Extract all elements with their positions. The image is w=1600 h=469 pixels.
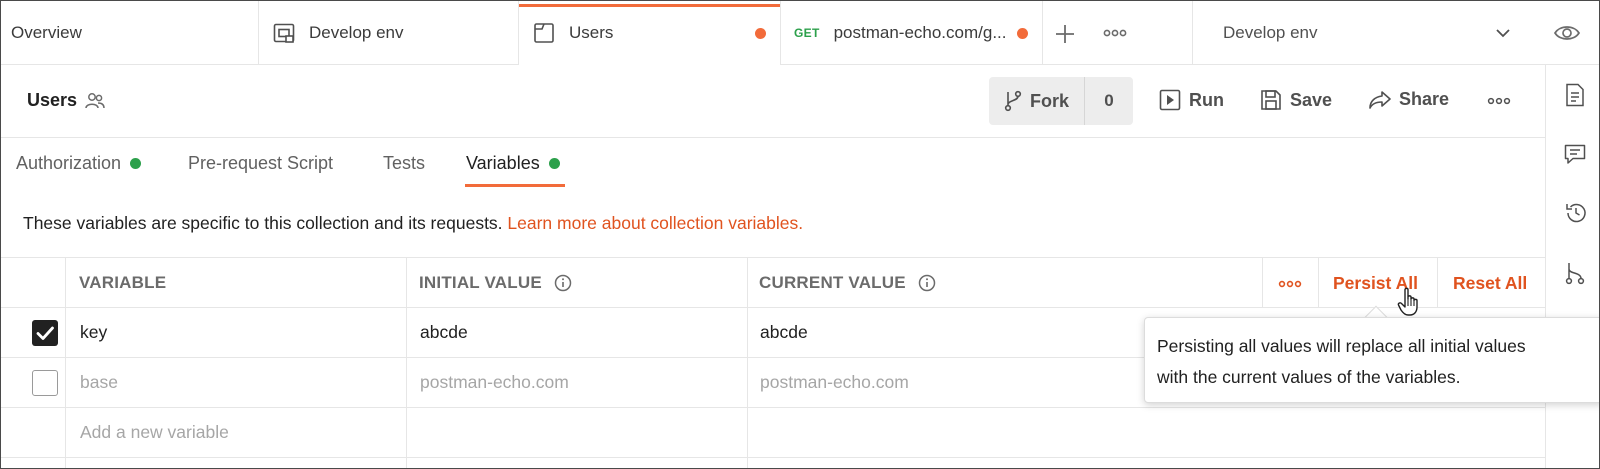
tab-get-request[interactable]: GET postman-echo.com/g... [781, 1, 1043, 65]
subtab-label: Authorization [16, 153, 122, 173]
tooltip-line: Persisting all values will replace all i… [1157, 336, 1526, 356]
learn-more-link[interactable]: Learn more about collection variables. [507, 213, 803, 233]
subtab-label: Tests [383, 153, 426, 173]
comment-icon [1564, 144, 1586, 164]
row-checkbox[interactable] [32, 320, 58, 346]
header-current-value: CURRENT VALUE [759, 273, 936, 293]
unsaved-dot [1017, 28, 1028, 39]
tab-bar: Overview Develop env Users GET postman-e… [1, 1, 1599, 65]
more-horizontal-icon [1278, 280, 1302, 288]
current-value[interactable]: abcde [760, 322, 808, 343]
method-badge: GET [794, 26, 820, 40]
checkmark-icon [36, 326, 54, 340]
save-label: Save [1290, 89, 1333, 110]
page-title: Users [27, 90, 105, 111]
save-button[interactable]: Save [1260, 89, 1332, 111]
run-label: Run [1189, 89, 1224, 110]
fork-button[interactable]: Fork [989, 77, 1085, 125]
initial-value[interactable]: abcde [420, 322, 468, 343]
right-sidebar [1545, 65, 1599, 468]
more-horizontal-icon [1103, 29, 1127, 37]
share-button[interactable]: Share [1369, 89, 1449, 110]
documentation-button[interactable] [1564, 83, 1586, 107]
run-button[interactable]: Run [1159, 89, 1224, 111]
table-header: VARIABLE INITIAL VALUE CURRENT VALUE Per… [1, 258, 1545, 308]
variables-description: These variables are specific to this col… [23, 213, 803, 234]
add-variable-row: Add a new variable [1, 408, 1545, 458]
team-icon [85, 92, 105, 108]
status-indicator [548, 158, 560, 169]
tab-develop-env[interactable]: Develop env [259, 1, 519, 65]
variable-name[interactable]: key [80, 322, 107, 343]
fork-button-group: Fork 0 [989, 77, 1133, 125]
pull-request-icon [1565, 263, 1585, 285]
more-actions-button[interactable] [1487, 93, 1511, 109]
info-icon[interactable] [918, 274, 936, 292]
add-variable-input[interactable]: Add a new variable [80, 422, 229, 443]
tooltip-line: with the current values of the variables… [1157, 367, 1461, 387]
run-icon [1159, 89, 1181, 111]
pull-requests-button[interactable] [1564, 261, 1586, 285]
divider [1437, 258, 1438, 308]
tab-overview[interactable]: Overview [1, 1, 259, 65]
changelog-button[interactable] [1564, 201, 1586, 223]
tab-users[interactable]: Users [519, 1, 781, 65]
row-checkbox[interactable] [32, 370, 58, 396]
collection-name: Users [27, 90, 78, 110]
fork-count[interactable]: 0 [1085, 77, 1133, 125]
tab-pre-request-script[interactable]: Pre-request Script [188, 153, 333, 174]
active-tab-indicator [465, 184, 565, 187]
fork-label: Fork [1029, 90, 1069, 111]
header-variable: VARIABLE [79, 273, 167, 292]
status-indicator [130, 158, 142, 169]
header-initial-value: INITIAL VALUE [419, 273, 572, 293]
tab-variables[interactable]: Variables [466, 153, 560, 174]
share-icon [1369, 90, 1391, 109]
collection-icon [533, 22, 555, 44]
more-horizontal-icon [1487, 97, 1511, 105]
comments-button[interactable] [1564, 143, 1586, 165]
fork-icon [1004, 90, 1022, 112]
environment-label: Develop env [1223, 23, 1318, 42]
environment-quick-look-button[interactable] [1553, 23, 1581, 43]
subtab-label: Variables [466, 153, 540, 173]
history-icon [1566, 203, 1586, 223]
header-label: CURRENT VALUE [759, 273, 906, 292]
header-label: INITIAL VALUE [419, 273, 542, 292]
variable-name[interactable]: base [80, 372, 118, 393]
divider [1262, 258, 1263, 308]
save-icon [1261, 90, 1281, 110]
table-options-button[interactable] [1278, 277, 1302, 291]
collection-subtabs: Authorization Pre-request Script Tests V… [1, 139, 1545, 189]
info-icon[interactable] [554, 274, 572, 292]
collection-header: Users Fork 0 Run Save Share [1, 65, 1545, 138]
divider [1318, 258, 1319, 308]
environment-selector[interactable]: Develop env [1193, 1, 1523, 65]
reset-all-button[interactable]: Reset All [1453, 273, 1527, 294]
tab-label: postman-echo.com/g... [833, 23, 1007, 42]
tab-options-button[interactable] [1102, 25, 1128, 41]
document-icon [1566, 83, 1584, 107]
tab-label: Overview [11, 23, 82, 42]
tab-tests[interactable]: Tests [383, 153, 425, 174]
hand-cursor-icon [1397, 287, 1423, 317]
share-label: Share [1399, 89, 1450, 109]
tab-authorization[interactable]: Authorization [16, 153, 142, 174]
new-tab-button[interactable] [1053, 22, 1077, 46]
plus-icon [1056, 25, 1074, 43]
environment-icon [273, 22, 295, 44]
unsaved-dot [755, 28, 766, 39]
chevron-down-icon [1496, 29, 1510, 38]
persist-all-tooltip: Persisting all values will replace all i… [1144, 317, 1599, 403]
tab-label: Develop env [309, 23, 404, 42]
tab-label: Users [569, 23, 614, 42]
description-text: These variables are specific to this col… [23, 213, 508, 233]
app-frame: Overview Develop env Users GET postman-e… [0, 0, 1600, 469]
subtab-label: Pre-request Script [188, 153, 334, 173]
current-value[interactable]: postman-echo.com [760, 372, 909, 393]
initial-value[interactable]: postman-echo.com [420, 372, 569, 393]
eye-icon [1553, 26, 1581, 40]
